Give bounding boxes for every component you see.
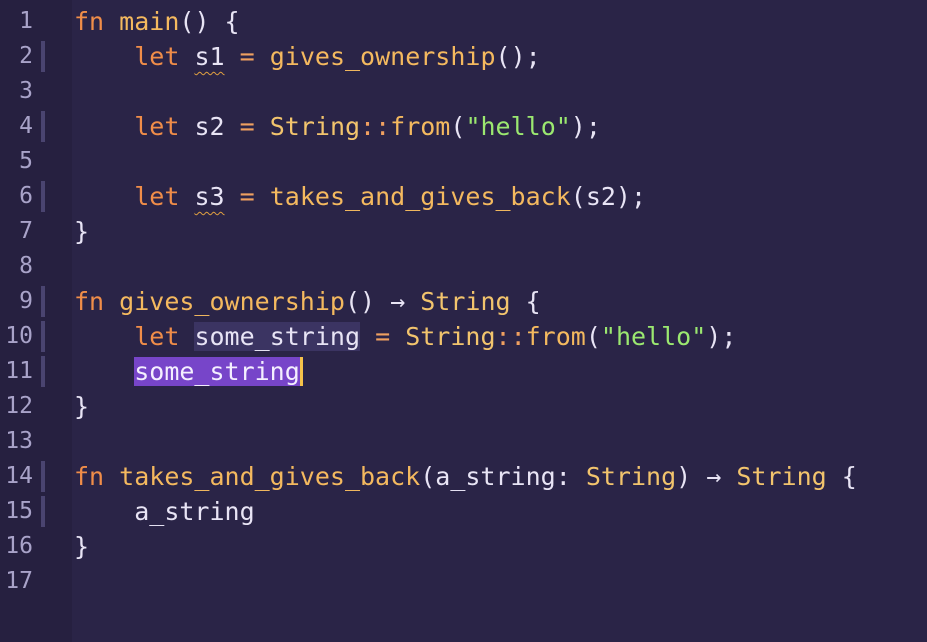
git-change-marker: [41, 461, 45, 492]
punctuation: }: [74, 217, 90, 246]
code-line[interactable]: 4 let s2 = String::from("hello");: [0, 109, 927, 144]
return-arrow: →: [706, 462, 722, 491]
code-line[interactable]: 1 fn main() {: [0, 4, 927, 39]
line-number: 1: [19, 8, 33, 34]
type-name: String: [585, 462, 677, 491]
type-name: String: [405, 322, 496, 351]
punctuation: :: [555, 462, 571, 491]
line-number: 10: [5, 323, 33, 349]
punctuation: );: [570, 112, 601, 141]
function-call: takes_and_gives_back: [269, 182, 571, 211]
git-change-marker: [41, 111, 45, 142]
git-change-marker: [41, 286, 45, 317]
keyword: fn: [74, 462, 105, 491]
function-call: from: [390, 112, 451, 141]
function-name: gives_ownership: [119, 287, 345, 316]
line-number: 2: [19, 43, 33, 69]
variable-warning[interactable]: s1: [194, 42, 224, 71]
git-change-marker: [41, 496, 45, 527]
code-line[interactable]: 10 let some_string = String::from("hello…: [0, 319, 927, 354]
punctuation: (s2);: [570, 182, 647, 211]
code-line[interactable]: 7 }: [0, 214, 927, 249]
punctuation: (: [585, 322, 601, 351]
type-name: String: [269, 112, 361, 141]
function-name: main: [119, 7, 180, 36]
punctuation: ): [676, 462, 692, 491]
code-line[interactable]: 2 let s1 = gives_ownership();: [0, 39, 927, 74]
punctuation: );: [706, 322, 737, 351]
keyword: let: [134, 182, 180, 211]
variable-reference-highlight: some_string: [194, 322, 361, 351]
punctuation: (): [344, 287, 376, 316]
punctuation: (: [420, 462, 436, 491]
punctuation: (: [450, 112, 466, 141]
function-name: takes_and_gives_back: [119, 462, 421, 491]
path-separator: ::: [360, 112, 391, 141]
code-line[interactable]: 5: [0, 144, 927, 179]
line-number: 6: [19, 183, 33, 209]
punctuation: }: [74, 392, 90, 421]
code-line[interactable]: 8: [0, 249, 927, 284]
path-separator: ::: [495, 322, 526, 351]
type-name: String: [420, 287, 511, 316]
line-number: 5: [19, 148, 33, 174]
keyword: let: [134, 42, 180, 71]
code-line[interactable]: 16 }: [0, 529, 927, 564]
string-literal: "hello": [600, 322, 707, 351]
line-number: 15: [5, 498, 33, 524]
keyword: fn: [74, 7, 105, 36]
code-line[interactable]: 6 let s3 = takes_and_gives_back(s2);: [0, 179, 927, 214]
keyword: let: [134, 112, 180, 141]
line-number: 13: [5, 428, 33, 454]
line-number: 3: [19, 78, 33, 104]
code-line[interactable]: 17: [0, 564, 927, 599]
text-cursor: [299, 357, 303, 386]
variable: s2: [194, 112, 225, 141]
code-line[interactable]: 13: [0, 424, 927, 459]
punctuation: () {: [179, 7, 240, 36]
string-literal: "hello": [465, 112, 571, 141]
code-line[interactable]: 14 fn takes_and_gives_back(a_string: Str…: [0, 459, 927, 494]
line-number: 12: [5, 393, 33, 419]
function-call: gives_ownership: [269, 42, 496, 71]
line-number: 9: [19, 288, 33, 314]
line-number: 14: [5, 463, 33, 489]
function-call: from: [525, 322, 586, 351]
operator: =: [375, 322, 391, 351]
git-change-marker: [41, 356, 45, 387]
line-number: 8: [19, 253, 33, 279]
type-name: String: [736, 462, 827, 491]
code-line[interactable]: 11 some_string: [0, 354, 927, 389]
variable: a_string: [134, 497, 255, 526]
punctuation: {: [841, 462, 857, 491]
operator: =: [239, 42, 255, 71]
keyword: fn: [74, 287, 105, 316]
operator: =: [239, 112, 255, 141]
code-line[interactable]: 15 a_string: [0, 494, 927, 529]
code-line[interactable]: 9 fn gives_ownership() → String {: [0, 284, 927, 319]
line-number: 4: [19, 113, 33, 139]
return-arrow: →: [390, 287, 406, 316]
line-number: 16: [5, 533, 33, 559]
punctuation: ();: [495, 42, 541, 71]
code-line[interactable]: 3: [0, 74, 927, 109]
line-number: 11: [5, 358, 33, 384]
punctuation: {: [525, 287, 541, 316]
operator: =: [239, 182, 255, 211]
code-line[interactable]: 12 }: [0, 389, 927, 424]
punctuation: }: [74, 532, 90, 561]
line-number: 7: [19, 218, 33, 244]
keyword: let: [134, 322, 180, 351]
selected-text[interactable]: some_string: [134, 357, 300, 386]
git-change-marker: [41, 181, 45, 212]
variable-warning[interactable]: s3: [194, 182, 224, 211]
code-editor[interactable]: 1 fn main() { 2 let s1 = gives_ownership…: [0, 0, 927, 642]
parameter: a_string: [435, 462, 556, 491]
line-number: 17: [5, 568, 33, 594]
git-change-marker: [41, 321, 45, 352]
git-change-marker: [41, 41, 45, 72]
